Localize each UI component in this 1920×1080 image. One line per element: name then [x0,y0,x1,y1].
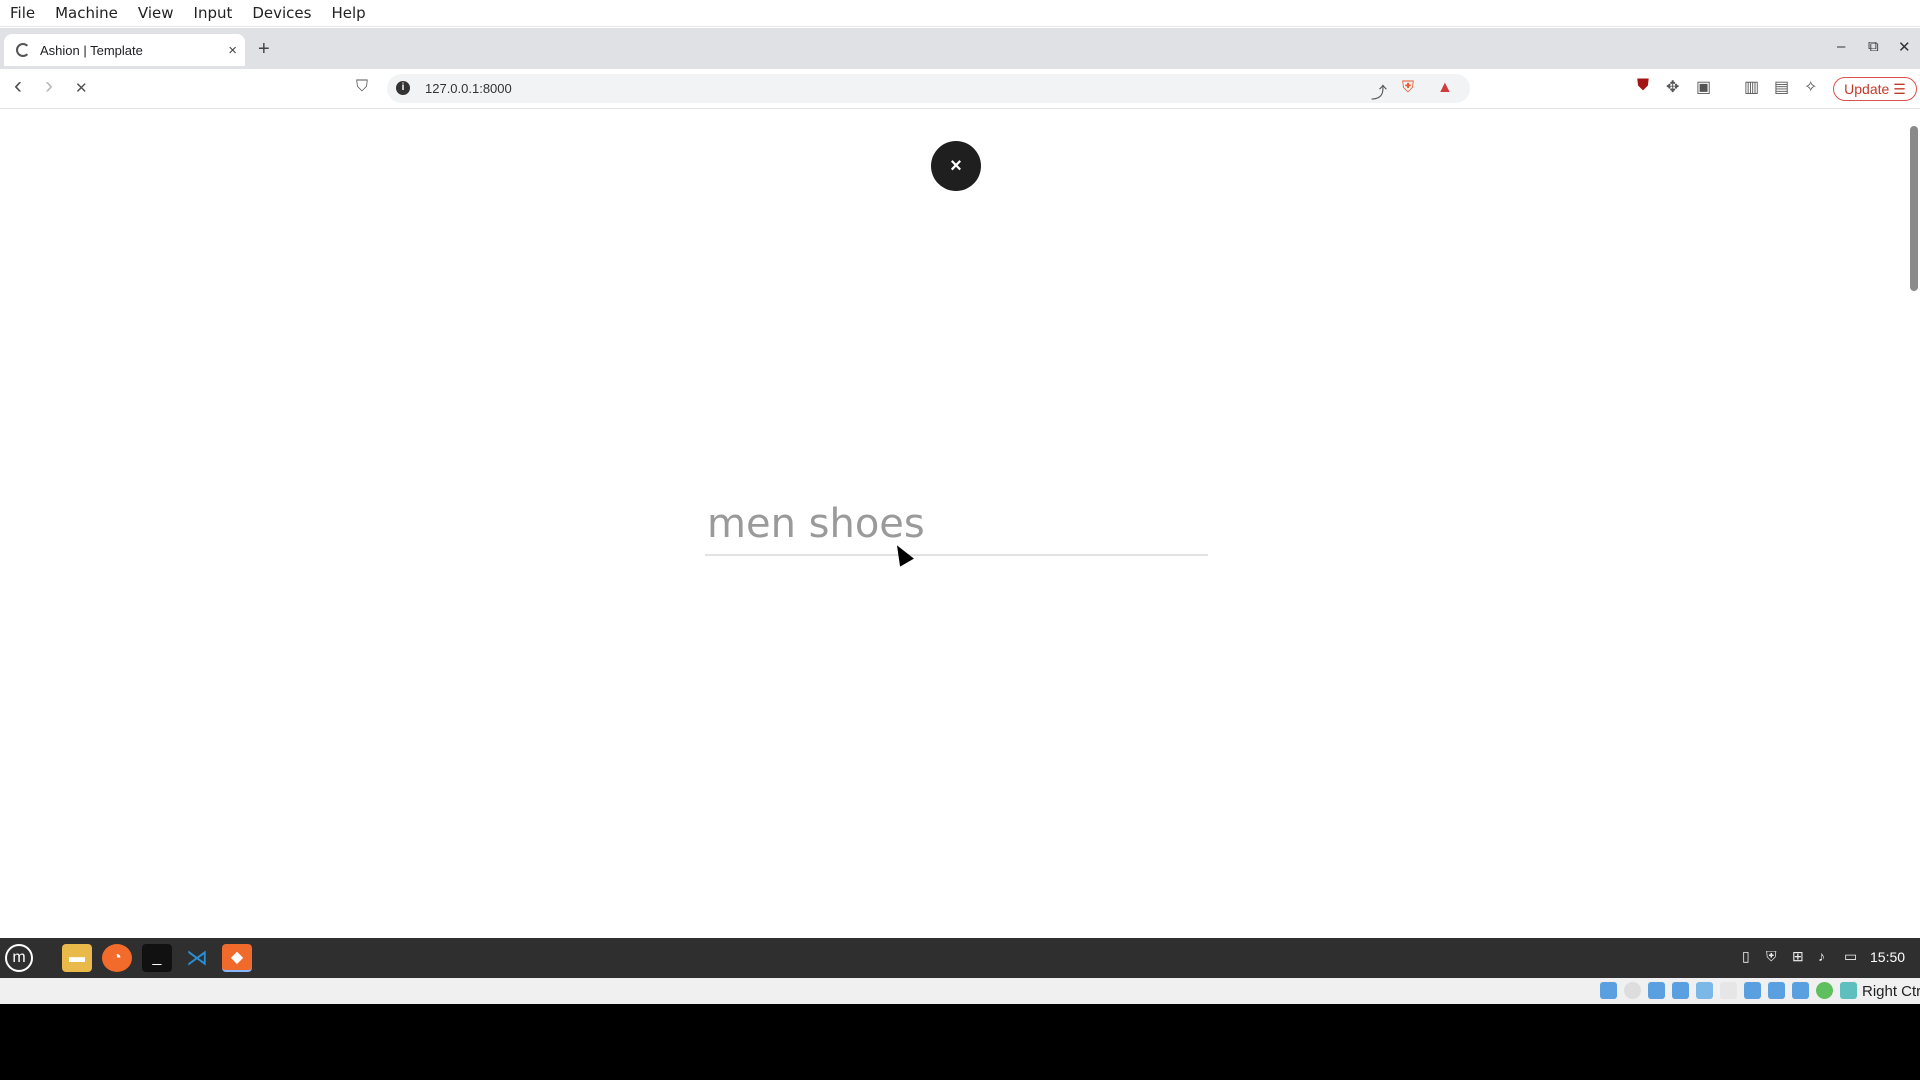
network-icon[interactable]: ⊞ [1792,948,1804,965]
stop-loading-button[interactable]: ✕ [75,79,88,97]
minimize-button[interactable]: – [1837,38,1845,55]
menu-file[interactable]: File [10,4,35,22]
address-bar[interactable]: i 127.0.0.1:8000 ⤴ ⛨ ▲ [387,74,1470,103]
tab-ashion[interactable]: Ashion | Template × [4,34,245,66]
terminal-icon[interactable]: _ [142,944,172,972]
battery-icon[interactable]: ▭ [1844,948,1857,965]
search-input[interactable] [705,494,1208,556]
share-icon[interactable]: ⤴ [1371,79,1387,103]
extension-icon[interactable]: ▣ [1696,77,1711,97]
ublock-icon[interactable]: ⛊ [1637,77,1649,95]
volume-icon[interactable]: ♪ [1818,948,1825,964]
browser-tabstrip: Ashion | Template × + – ⧉ ✕ [0,28,1920,69]
display-status-icon[interactable] [1744,982,1761,999]
cpu-status-icon[interactable] [1792,982,1809,999]
tab-close-icon[interactable]: × [228,42,237,59]
wallet-icon[interactable]: ▤ [1774,77,1789,97]
extensions-icon[interactable]: ✥ [1666,77,1679,97]
firefox-icon[interactable]: ◔ [102,944,132,972]
clipboard-icon[interactable]: ▯ [1742,948,1750,965]
brave-browser-icon[interactable]: ◆ [222,944,252,972]
optical-status-icon[interactable] [1624,982,1641,999]
menu-help[interactable]: Help [331,4,365,22]
vm-screen: File Machine View Input Devices Help Ash… [0,0,1920,1004]
menu-icon: ☰ [1893,80,1906,97]
virtualbox-menubar: File Machine View Input Devices Help [0,0,1920,27]
virtualbox-statusbar: Right Ctrl [0,978,1920,1004]
hdd-status-icon[interactable] [1600,982,1617,999]
menu-input[interactable]: Input [194,4,233,22]
page-scrollbar[interactable] [1910,126,1918,291]
usb-status-icon[interactable] [1696,982,1713,999]
window-close-button[interactable]: ✕ [1898,38,1911,56]
host-key-label: Right Ctrl [1862,983,1920,1000]
bookmark-icon[interactable]: ⛉ [356,78,368,96]
new-tab-button[interactable]: + [258,38,270,61]
keyboard-status-icon[interactable] [1840,982,1857,999]
shared-folder-status-icon[interactable] [1720,982,1737,999]
recording-status-icon[interactable] [1768,982,1785,999]
leo-ai-icon[interactable]: ✧ [1804,77,1817,97]
network-status-icon[interactable] [1672,982,1689,999]
restore-button[interactable]: ⧉ [1868,38,1879,55]
clock[interactable]: 15:50 [1870,949,1905,965]
site-info-icon[interactable]: i [396,81,410,95]
brave-rewards-icon[interactable]: ▲ [1437,79,1453,97]
menu-devices[interactable]: Devices [252,4,311,22]
linux-taskbar: m ▬ ◔ _ ⋊ ◆ ▯ ⛨ ⊞ ♪ ▭ 15:50 [0,938,1920,978]
update-button[interactable]: Update ☰ [1833,77,1917,101]
browser-toolbar: ‹ › ✕ ⛉ i 127.0.0.1:8000 ⤴ ⛨ ▲ ⛊ ✥ ▣ ▥ ▤… [0,69,1920,109]
back-button[interactable]: ‹ [14,72,22,100]
tab-title: Ashion | Template [40,42,143,58]
files-icon[interactable]: ▬ [62,944,92,972]
sidebar-icon[interactable]: ▥ [1744,77,1759,97]
menu-view[interactable]: View [138,4,174,22]
menu-machine[interactable]: Machine [55,4,118,22]
audio-status-icon[interactable] [1648,982,1665,999]
loading-spinner-icon [16,43,30,57]
shield-tray-icon[interactable]: ⛨ [1766,948,1777,965]
search-overlay [705,494,1208,556]
search-close-button[interactable]: × [931,141,981,191]
url-text[interactable]: 127.0.0.1:8000 [425,81,512,96]
vscode-icon[interactable]: ⋊ [182,944,212,972]
update-label: Update [1844,81,1890,97]
forward-button[interactable]: › [45,72,53,100]
mint-menu-icon[interactable]: m [5,944,33,972]
brave-shields-icon[interactable]: ⛨ [1402,79,1414,97]
mouse-integration-icon[interactable] [1816,982,1833,999]
